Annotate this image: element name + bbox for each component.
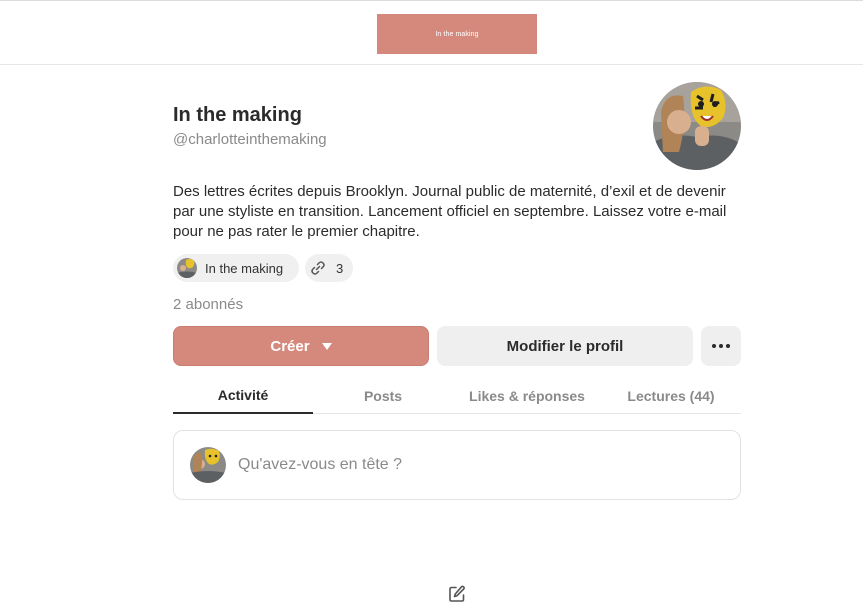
tab-posts[interactable]: Posts bbox=[313, 378, 453, 414]
publication-logo[interactable]: In the making bbox=[377, 14, 537, 54]
profile-handle: @charlotteinthemaking bbox=[173, 131, 327, 148]
publication-chip-label: In the making bbox=[205, 260, 284, 276]
links-count: 3 bbox=[336, 260, 344, 276]
profile-tabs: Activité Posts Likes & réponses Lectures… bbox=[173, 378, 741, 414]
profile-bio: Des lettres écrites depuis Brooklyn. Jou… bbox=[173, 183, 727, 240]
tab-likes-replies[interactable]: Likes & réponses bbox=[453, 378, 601, 414]
tab-activity[interactable]: Activité bbox=[173, 378, 313, 414]
caret-down-icon bbox=[321, 342, 332, 350]
publication-chip[interactable]: In the making bbox=[173, 254, 299, 282]
subscriber-count[interactable]: 2 abonnés bbox=[173, 296, 243, 313]
composer-placeholder: Qu'avez-vous en tête ? bbox=[238, 456, 403, 473]
create-button[interactable]: Créer bbox=[173, 326, 429, 366]
edit-profile-button[interactable]: Modifier le profil bbox=[437, 326, 693, 366]
logo-text: In the making bbox=[435, 30, 479, 38]
edit-pencil-icon[interactable] bbox=[447, 584, 467, 604]
post-composer[interactable]: Qu'avez-vous en tête ? bbox=[173, 430, 741, 500]
publication-avatar bbox=[177, 258, 197, 278]
more-options-button[interactable] bbox=[701, 326, 741, 366]
more-horizontal-icon bbox=[712, 344, 730, 348]
links-chip[interactable]: 3 bbox=[305, 254, 353, 282]
composer-avatar bbox=[190, 447, 226, 483]
profile-avatar[interactable] bbox=[653, 82, 741, 170]
top-bar: In the making bbox=[0, 0, 863, 65]
profile-name: In the making bbox=[173, 104, 302, 126]
create-button-label: Créer bbox=[270, 337, 310, 355]
link-icon bbox=[310, 260, 326, 276]
tab-reads[interactable]: Lectures (44) bbox=[601, 378, 741, 414]
